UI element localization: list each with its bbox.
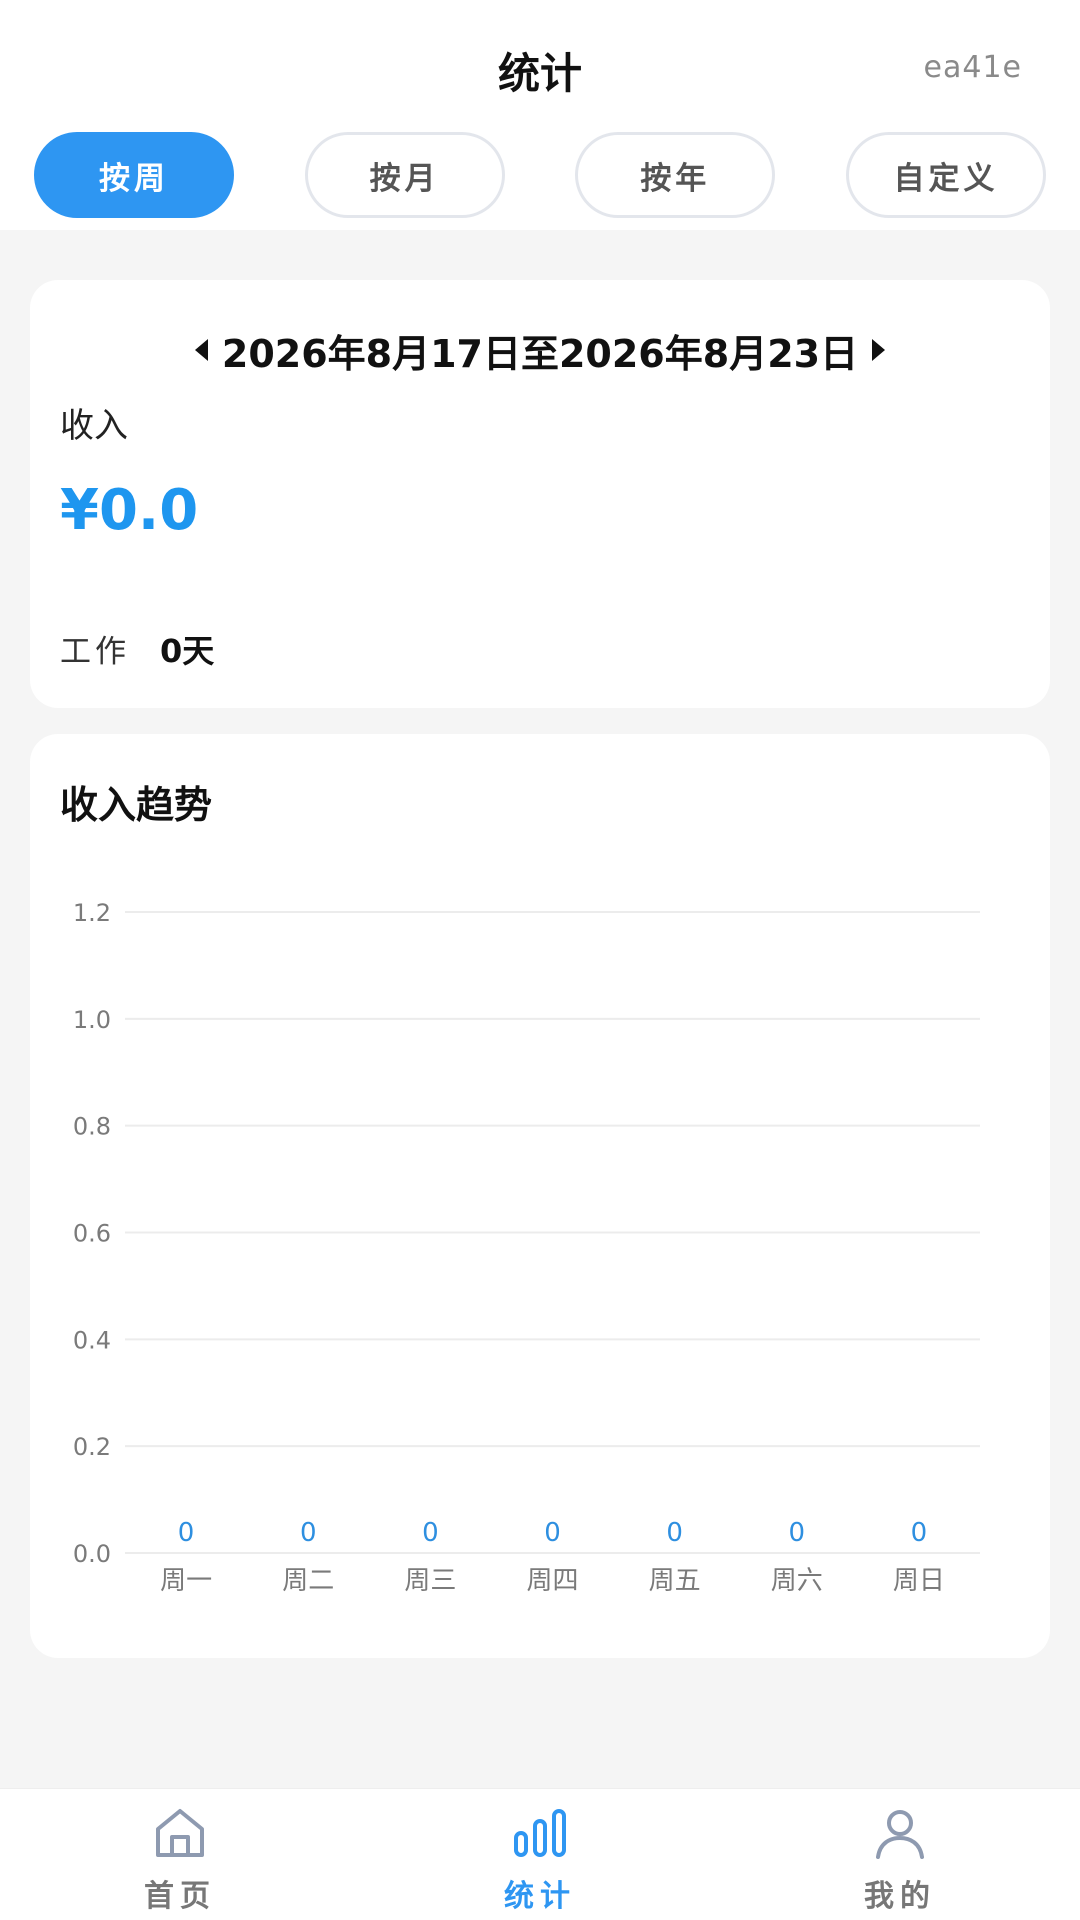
work-label: 工作 (60, 634, 130, 670)
tab-year[interactable]: 按年 (575, 132, 776, 218)
y-tick-label: 0.6 (73, 1220, 111, 1248)
y-tick-label: 1.0 (73, 1006, 111, 1034)
income-value: ¥0.0 (60, 478, 199, 543)
prev-period-icon[interactable] (194, 339, 208, 361)
y-tick-label: 0.4 (73, 1326, 111, 1354)
user-id-label: ea41e (923, 50, 1022, 85)
nav-profile[interactable]: 我的 (720, 1789, 1080, 1920)
bar-chart-icon (514, 1809, 566, 1857)
bar-value-label: 0 (666, 1518, 683, 1548)
page-title: 统计 (497, 49, 582, 98)
nav-stats[interactable]: 统计 (360, 1789, 720, 1920)
x-tick-label: 周一 (160, 1566, 212, 1596)
tab-month[interactable]: 按月 (304, 132, 505, 218)
income-label: 收入 (60, 406, 128, 446)
app-root: 统计 ea41e 按周 按月 按年 自定义 2026年8月17日至2026年8月… (0, 0, 1080, 1920)
bar-value-label: 0 (300, 1518, 317, 1548)
bar-value-label: 0 (911, 1518, 928, 1548)
bar-value-label: 0 (544, 1518, 561, 1548)
bottom-nav: 首页 统计 我的 (0, 1788, 1080, 1920)
x-tick-label: 周二 (282, 1566, 334, 1596)
next-period-icon[interactable] (872, 339, 886, 361)
date-range-row: 2026年8月17日至2026年8月23日 (30, 320, 1050, 380)
x-tick-label: 周五 (649, 1566, 701, 1596)
x-tick-label: 周六 (771, 1566, 823, 1596)
user-icon (876, 1810, 924, 1859)
header: 统计 ea41e 按周 按月 按年 自定义 (0, 0, 1080, 230)
home-icon (156, 1809, 204, 1857)
nav-home-label: 首页 (144, 1879, 216, 1914)
bar-value-label: 0 (789, 1518, 806, 1548)
nav-profile-label: 我的 (864, 1879, 936, 1914)
x-tick-label: 周四 (526, 1566, 578, 1596)
y-tick-label: 0.2 (73, 1433, 111, 1461)
x-tick-label: 周三 (404, 1566, 456, 1596)
y-tick-label: 1.2 (73, 899, 111, 927)
tab-week[interactable]: 按周 (34, 132, 234, 218)
date-range-text: 2026年8月17日至2026年8月23日 (221, 331, 859, 376)
x-tick-label: 周日 (893, 1566, 945, 1596)
period-tabs: 按周 按月 按年 自定义 (34, 132, 1046, 220)
summary-card: 2026年8月17日至2026年8月23日 收入 ¥0.0 工作 0天 (30, 280, 1050, 708)
nav-stats-label: 统计 (504, 1879, 576, 1914)
work-days-value: 0天 (160, 632, 215, 670)
work-days-row: 工作 0天 (60, 626, 214, 672)
income-trend-chart: 0.0 0.2 0.4 0.6 0.8 1.0 1.2 0 周一 0 周二 0 周三 0 周四 0 周五 0 周六 0… (73, 899, 980, 1596)
bar-value-label: 0 (422, 1518, 439, 1548)
income-trend-card: 收入趋势 0.0 0.2 0.4 0.6 0.8 1.0 1.2 0 周一 0 周二 0 周三 0 周四 0 周… (30, 734, 1050, 1658)
y-tick-label: 0.0 (73, 1540, 111, 1568)
tab-custom[interactable]: 自定义 (845, 132, 1046, 218)
bar-value-label: 0 (178, 1518, 195, 1548)
y-tick-label: 0.8 (73, 1113, 111, 1141)
nav-home[interactable]: 首页 (0, 1789, 360, 1920)
